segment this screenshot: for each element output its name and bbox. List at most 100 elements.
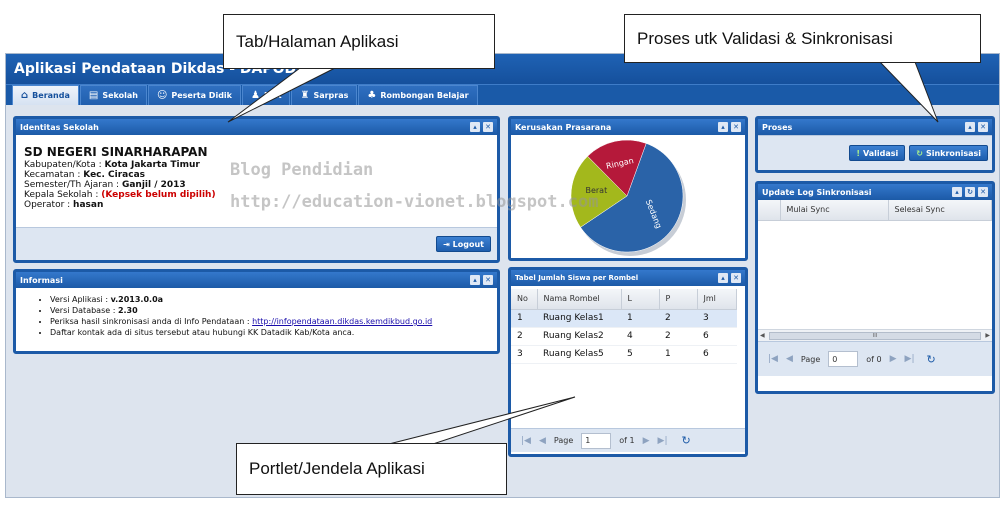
col-header[interactable]: L	[621, 289, 660, 310]
sync-icon: ↻	[916, 148, 923, 158]
callout-tabs: Tab/Halaman Aplikasi	[223, 14, 495, 69]
app-window: Aplikasi Pendataan Dikdas - DAPODIK ⌂ Ber…	[5, 53, 1000, 498]
cell: 3	[511, 345, 537, 364]
refresh-small-icon[interactable]: ↻	[965, 187, 975, 197]
cell: 2	[659, 327, 697, 346]
prev-page-icon[interactable]: ◀	[539, 436, 546, 446]
logout-icon: ⇥	[442, 239, 450, 249]
cell: 4	[621, 327, 659, 346]
kec-value: Kec. Ciracas	[83, 170, 146, 180]
scroll-thumb[interactable]: III	[768, 331, 982, 340]
close-icon[interactable]: ✕	[731, 273, 741, 283]
col-header[interactable]: Mulai Sync	[780, 200, 889, 221]
pagination-bar: |◀ ◀ Page 1 of 1 ▶ ▶| ↻	[511, 428, 745, 452]
panel-title: Update Log Sinkronisasi	[762, 187, 872, 197]
close-icon[interactable]: ✕	[978, 122, 988, 132]
page-count: of 0	[866, 354, 882, 364]
tab-label: Sekolah	[102, 91, 138, 100]
semester-value: Ganjil / 2013	[121, 180, 186, 190]
page-count: of 1	[619, 436, 635, 445]
next-page-icon[interactable]: ▶	[643, 436, 650, 446]
tab-label: Rombongan Belajar	[380, 91, 469, 100]
pagination-bar: |◀ ◀ Page 0 of 0 ▶ ▶| ↻	[758, 341, 992, 376]
table-row[interactable]: 1 Ruang Kelas1 1 2 3	[511, 309, 737, 328]
informasi-panel: Informasi ▴✕ Versi Aplikasi : v.2013.0.0a…	[13, 269, 500, 354]
info-text: Versi Database :	[50, 306, 118, 315]
last-page-icon[interactable]: ▶|	[658, 436, 668, 446]
cell: 1	[511, 309, 537, 328]
cell: 6	[697, 327, 737, 346]
tab-rombongan-belajar[interactable]: ♣ Rombongan Belajar	[358, 85, 478, 105]
close-icon[interactable]: ✕	[483, 275, 493, 285]
kepsek-label: Kepala Sekolah :	[24, 190, 102, 200]
refresh-icon[interactable]: ↻	[682, 434, 691, 447]
page-label: Page	[800, 354, 821, 364]
school-icon: ▤	[88, 90, 99, 101]
tab-beranda[interactable]: ⌂ Beranda	[12, 85, 79, 105]
close-icon[interactable]: ✕	[731, 122, 741, 132]
cell: 1	[659, 345, 697, 364]
collapse-icon[interactable]: ▴	[470, 122, 480, 132]
check-icon: !	[856, 148, 860, 158]
info-text: Versi Aplikasi :	[50, 295, 111, 304]
operator-label: Operator :	[24, 200, 74, 210]
first-page-icon[interactable]: |◀	[768, 354, 778, 364]
close-icon[interactable]: ✕	[978, 187, 988, 197]
panel-title: Informasi	[20, 275, 63, 285]
cell: Ruang Kelas2	[537, 327, 621, 346]
validasi-button[interactable]: ! Validasi	[849, 145, 906, 161]
tab-sekolah[interactable]: ▤ Sekolah	[79, 85, 147, 105]
table-row[interactable]: 2 Ruang Kelas2 4 2 6	[511, 327, 737, 346]
scroll-left-icon[interactable]: ◀	[760, 332, 765, 339]
close-icon[interactable]: ✕	[483, 122, 493, 132]
table-row[interactable]: 3 Ruang Kelas5 5 1 6	[511, 345, 737, 364]
refresh-icon[interactable]: ↻	[927, 353, 936, 366]
panel-title: Proses	[762, 122, 793, 132]
col-header[interactable]: Nama Rombel	[537, 289, 622, 310]
tab-sarpras[interactable]: ♜ Sarpras	[291, 85, 358, 105]
info-item: Periksa hasil sinkronisasi anda di Info …	[50, 316, 497, 327]
tab-label: Peserta Didik	[171, 91, 232, 100]
page-label: Page	[553, 436, 574, 445]
page-input[interactable]: 1	[581, 432, 612, 449]
panel-title: Kerusakan Prasarana	[515, 122, 612, 132]
callout-portlet: Portlet/Jendela Aplikasi	[236, 443, 507, 495]
student-icon: ☺	[156, 90, 168, 101]
logout-button[interactable]: ⇥ Logout	[435, 236, 491, 252]
watermark-line2: http://education-vionet.blogspot.com	[230, 192, 599, 212]
proses-panel: Proses ▴ ✕ ! Validasi ↻ Sinkronisasi	[755, 116, 995, 173]
kec-label: Kecamatan :	[24, 170, 84, 180]
sinkronisasi-button[interactable]: ↻ Sinkronisasi	[909, 145, 988, 161]
horizontal-scrollbar[interactable]: ◀ III ▶	[758, 329, 992, 341]
info-pendataan-link[interactable]: http://infopendataan.dikdas.kemdikbud.go…	[252, 317, 432, 326]
page-input[interactable]: 0	[828, 351, 859, 367]
col-header[interactable]: No	[511, 289, 538, 310]
col-header[interactable]: P	[659, 289, 698, 310]
kepsek-value: (Kepsek belum dipilih)	[101, 190, 216, 200]
update-log-panel: Update Log Sinkronisasi ▴ ↻ ✕ Mulai Sync Se…	[755, 181, 995, 394]
col-header[interactable]: Selesai Sync	[888, 200, 992, 221]
info-item: Daftar kontak ada di situs tersebut atau…	[50, 327, 497, 338]
collapse-icon[interactable]: ▴	[965, 122, 975, 132]
scroll-right-icon[interactable]: ▶	[985, 332, 990, 339]
panel-header: Update Log Sinkronisasi ▴ ↻ ✕	[758, 184, 992, 200]
collapse-icon[interactable]: ▴	[952, 187, 962, 197]
semester-label: Semester/Th Ajaran :	[24, 180, 122, 190]
tab-peserta-didik[interactable]: ☺ Peserta Didik	[147, 85, 241, 105]
panel-title: Tabel Jumlah Siswa per Rombel	[515, 274, 639, 282]
first-page-icon[interactable]: |◀	[521, 436, 531, 446]
next-page-icon[interactable]: ▶	[890, 354, 897, 364]
cell: 3	[697, 309, 737, 328]
cell: 2	[511, 327, 537, 346]
panel-header: Informasi ▴ ✕	[16, 272, 497, 288]
collapse-icon[interactable]: ▴	[718, 122, 728, 132]
collapse-icon[interactable]: ▴	[718, 273, 728, 283]
info-item: Versi Database : 2.30	[50, 305, 497, 316]
last-page-icon[interactable]: ▶|	[905, 354, 915, 364]
tab-ptk[interactable]: ♟ PTK	[241, 85, 291, 105]
prev-page-icon[interactable]: ◀	[786, 354, 793, 364]
collapse-icon[interactable]: ▴	[470, 275, 480, 285]
group-icon: ♣	[367, 90, 377, 101]
col-header[interactable]: Jml	[697, 289, 737, 310]
identitas-panel: Identitas Sekolah ▴ ✕ SD NEGERI SINARHARAP…	[13, 116, 500, 263]
